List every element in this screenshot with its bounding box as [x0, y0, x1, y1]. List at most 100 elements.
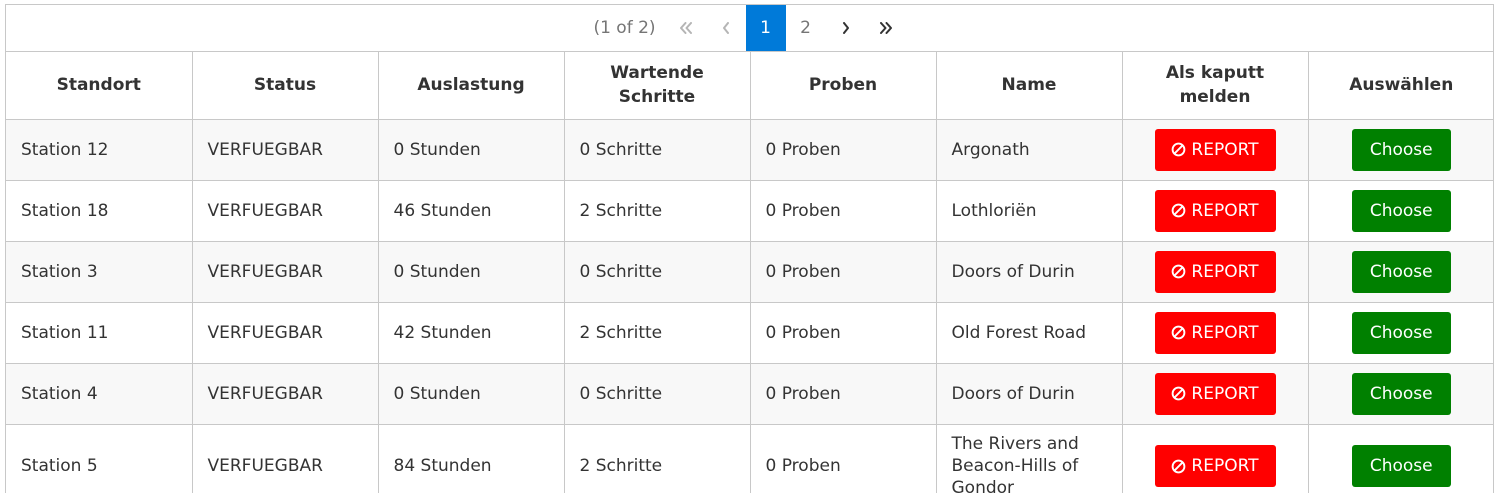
cell-auslastung: 0 Stunden [378, 241, 565, 303]
cell-status: VERFUEGBAR [192, 424, 379, 493]
cell-proben: 0 Proben [750, 241, 937, 303]
cell-report: REPORT [1122, 424, 1309, 493]
report-button[interactable]: REPORT [1154, 128, 1276, 171]
table-row: Station 12 VERFUEGBAR 0 Stunden 0 Schrit… [6, 119, 1493, 181]
column-header-name[interactable]: Name [936, 52, 1123, 120]
column-header-wartende-schritte[interactable]: Wartende Schritte [564, 52, 751, 120]
cell-report: REPORT [1122, 119, 1309, 181]
column-header-auswaehlen: Auswählen [1308, 52, 1493, 120]
cell-proben: 0 Proben [750, 424, 937, 493]
cell-name: Lothloriën [936, 180, 1123, 242]
choose-button[interactable]: Choose [1351, 189, 1451, 232]
cell-report: REPORT [1122, 302, 1309, 364]
report-button-label: REPORT [1191, 322, 1259, 343]
first-page-button[interactable] [666, 5, 706, 51]
cell-report: REPORT [1122, 180, 1309, 242]
report-button[interactable]: REPORT [1154, 445, 1276, 487]
cell-status: VERFUEGBAR [192, 241, 379, 303]
report-button-label: REPORT [1191, 200, 1259, 221]
cell-report: REPORT [1122, 241, 1309, 303]
cell-schritte: 2 Schritte [564, 424, 751, 493]
cell-report: REPORT [1122, 363, 1309, 425]
last-page-button[interactable] [866, 5, 906, 51]
cell-schritte: 2 Schritte [564, 180, 751, 242]
cell-choose: Choose [1308, 241, 1493, 303]
chevron-left-icon [722, 22, 729, 34]
cell-auslastung: 42 Stunden [378, 302, 565, 364]
cell-name: The Rivers and Beacon-Hills of Gondor [936, 424, 1123, 493]
cell-name: Doors of Durin [936, 363, 1123, 425]
column-header-auslastung[interactable]: Auslastung [378, 52, 565, 120]
header-row: Standort Status Auslastung Wartende Schr… [6, 52, 1493, 120]
table-row: Station 4 VERFUEGBAR 0 Stunden 0 Schritt… [6, 363, 1493, 425]
cell-proben: 0 Proben [750, 363, 937, 425]
choose-button[interactable]: Choose [1351, 250, 1451, 293]
chevron-right-icon [842, 22, 849, 34]
cell-name: Argonath [936, 119, 1123, 181]
ban-icon [1172, 203, 1186, 218]
ban-icon [1172, 325, 1186, 340]
table-row: Station 5 VERFUEGBAR 84 Stunden 2 Schrit… [6, 424, 1493, 493]
choose-button[interactable]: Choose [1351, 445, 1451, 487]
choose-button[interactable]: Choose [1351, 311, 1451, 354]
column-header-als-kaputt-melden: Als kaputt melden [1122, 52, 1309, 120]
table-row: Station 18 VERFUEGBAR 46 Stunden 2 Schri… [6, 180, 1493, 242]
report-button[interactable]: REPORT [1154, 250, 1276, 293]
report-button-label: REPORT [1191, 139, 1259, 160]
cell-standort: Station 4 [6, 363, 193, 425]
page-button-1[interactable]: 1 [745, 5, 786, 51]
report-button-label: REPORT [1191, 261, 1259, 282]
table-row: Station 3 VERFUEGBAR 0 Stunden 0 Schritt… [6, 241, 1493, 303]
prev-page-button[interactable] [706, 5, 746, 51]
ban-icon [1172, 264, 1186, 279]
cell-choose: Choose [1308, 180, 1493, 242]
ban-icon [1172, 459, 1186, 473]
cell-standort: Station 12 [6, 119, 193, 181]
choose-button[interactable]: Choose [1351, 128, 1451, 171]
report-button[interactable]: REPORT [1154, 189, 1276, 232]
cell-choose: Choose [1308, 363, 1493, 425]
cell-auslastung: 0 Stunden [378, 119, 565, 181]
column-header-proben[interactable]: Proben [750, 52, 937, 120]
cell-choose: Choose [1308, 302, 1493, 364]
cell-status: VERFUEGBAR [192, 302, 379, 364]
report-button-label: REPORT [1191, 456, 1259, 476]
cell-status: VERFUEGBAR [192, 180, 379, 242]
ban-icon [1172, 386, 1186, 401]
cell-standort: Station 11 [6, 302, 193, 364]
cell-proben: 0 Proben [750, 302, 937, 364]
cell-proben: 0 Proben [750, 180, 937, 242]
stations-table: Standort Status Auslastung Wartende Schr… [6, 52, 1493, 493]
cell-choose: Choose [1308, 119, 1493, 181]
cell-status: VERFUEGBAR [192, 363, 379, 425]
cell-auslastung: 0 Stunden [378, 363, 565, 425]
cell-name: Old Forest Road [936, 302, 1123, 364]
table-row: Station 11 VERFUEGBAR 42 Stunden 2 Schri… [6, 302, 1493, 364]
cell-standort: Station 18 [6, 180, 193, 242]
cell-auslastung: 84 Stunden [378, 424, 565, 493]
cell-choose: Choose [1308, 424, 1493, 493]
paginator: (1 of 2) 1 2 [6, 5, 1493, 52]
double-chevron-left-icon [679, 22, 692, 34]
report-button-label: REPORT [1191, 383, 1259, 404]
column-header-status[interactable]: Status [192, 52, 379, 120]
report-button[interactable]: REPORT [1154, 311, 1276, 354]
column-header-standort[interactable]: Standort [6, 52, 193, 120]
page-report: (1 of 2) [593, 18, 656, 38]
cell-schritte: 2 Schritte [564, 302, 751, 364]
next-page-button[interactable] [826, 5, 866, 51]
stations-datatable: (1 of 2) 1 2 Standort Status Auslastung … [5, 4, 1494, 493]
page-button-2[interactable]: 2 [786, 5, 826, 51]
cell-schritte: 0 Schritte [564, 119, 751, 181]
report-button[interactable]: REPORT [1154, 372, 1276, 415]
double-chevron-right-icon [879, 22, 892, 34]
cell-name: Doors of Durin [936, 241, 1123, 303]
ban-icon [1172, 142, 1186, 157]
cell-standort: Station 5 [6, 424, 193, 493]
cell-auslastung: 46 Stunden [378, 180, 565, 242]
cell-schritte: 0 Schritte [564, 363, 751, 425]
choose-button[interactable]: Choose [1351, 372, 1451, 415]
cell-standort: Station 3 [6, 241, 193, 303]
cell-schritte: 0 Schritte [564, 241, 751, 303]
cell-proben: 0 Proben [750, 119, 937, 181]
